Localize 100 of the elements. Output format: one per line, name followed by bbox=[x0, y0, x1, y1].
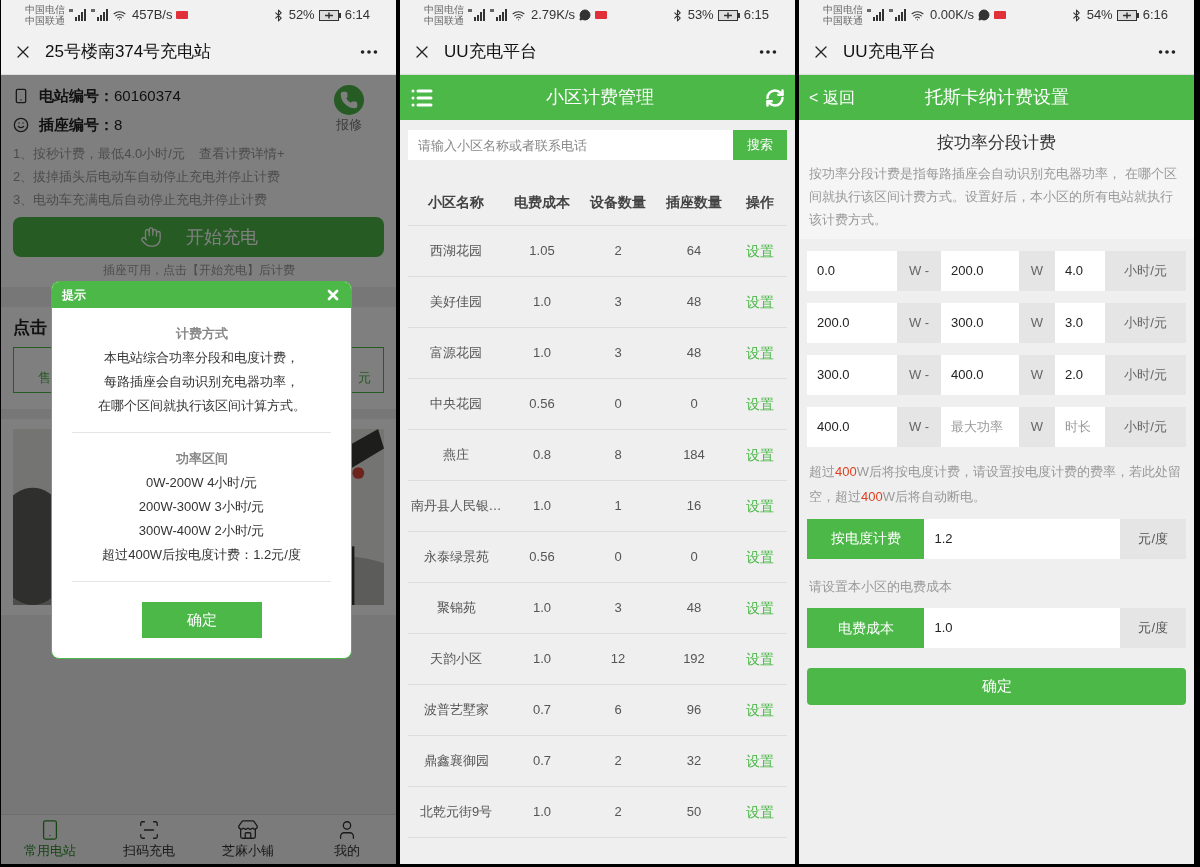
signal-icon bbox=[889, 9, 907, 21]
window-title: 25号楼南374号充电站 bbox=[45, 41, 212, 64]
settings-link[interactable]: 设置 bbox=[745, 648, 774, 670]
station-icon bbox=[13, 88, 29, 105]
section-heading: 计费方式 bbox=[175, 325, 228, 343]
unit-label: W - bbox=[907, 365, 931, 384]
section-heading: 功率区间 bbox=[175, 450, 228, 468]
dialog-text: 本电站综合功率分段和电度计费， bbox=[104, 349, 299, 367]
table-cell-text: 中央花园 bbox=[429, 395, 483, 414]
tab-item[interactable]: 扫码充电 bbox=[99, 815, 199, 864]
refresh-icon[interactable] bbox=[765, 87, 785, 108]
settings-link[interactable]: 设置 bbox=[745, 444, 774, 466]
station-number: 电站编号：60160374 bbox=[39, 86, 181, 106]
unit-label: W bbox=[1029, 261, 1045, 280]
shop-icon bbox=[236, 818, 259, 841]
settings-link[interactable]: 设置 bbox=[745, 291, 774, 313]
network-speed: 2.79K/s bbox=[531, 6, 576, 25]
clock-time: 6:16 bbox=[1142, 6, 1168, 25]
battery-icon bbox=[318, 9, 341, 21]
input-field[interactable]: 1.0 bbox=[924, 608, 1121, 648]
column-header: 操作 bbox=[744, 193, 775, 212]
table-cell-text: 32 bbox=[685, 752, 703, 771]
table-cell-text: 0.7 bbox=[531, 701, 553, 720]
table-cell-text: 3 bbox=[613, 344, 623, 363]
table-cell-text: 0.56 bbox=[528, 395, 556, 414]
input-field[interactable]: 200.0 bbox=[941, 250, 1019, 291]
settings-link[interactable]: 设置 bbox=[745, 393, 774, 415]
input-field[interactable]: 300.0 bbox=[941, 302, 1019, 343]
tab-item[interactable]: 常用电站 bbox=[1, 815, 100, 864]
tab-item[interactable]: 我的 bbox=[297, 815, 396, 864]
table-cell-text: 2 bbox=[613, 242, 623, 261]
unit-label: 小时/元 bbox=[1123, 313, 1168, 332]
warning-text: 超过400W后将按电度计费，请设置按电度计费的费率，若此处留空，超过400W后将自动断电。 bbox=[808, 462, 1182, 506]
dialog-text: 在哪个区间就执行该区间计算方式。 bbox=[97, 397, 306, 415]
signal-icon bbox=[490, 9, 508, 21]
input-field[interactable]: 200.0 bbox=[807, 302, 897, 343]
socket-number: 插座编号：8 bbox=[39, 114, 123, 135]
table-cell-text: 0 bbox=[689, 548, 699, 567]
signal-icon bbox=[468, 9, 486, 21]
battery-percent: 54% bbox=[1086, 6, 1113, 25]
unit-label: W bbox=[1029, 417, 1045, 436]
back-link[interactable]: < 返回 bbox=[809, 85, 889, 110]
settings-link[interactable]: 设置 bbox=[745, 750, 774, 772]
table-cell-text: 富源花园 bbox=[429, 344, 483, 363]
table-cell-text: 0.56 bbox=[528, 548, 556, 567]
search-field[interactable]: 请输入小区名称或者联系电话 bbox=[408, 130, 733, 160]
settings-link[interactable]: 设置 bbox=[745, 597, 774, 619]
input-field[interactable]: 400.0 bbox=[807, 406, 897, 447]
window-title: UU充电平台 bbox=[843, 41, 936, 64]
start-charging-button[interactable]: 开始充电 bbox=[13, 217, 384, 257]
repair-label: 报修 bbox=[336, 116, 362, 134]
input-field[interactable]: 时长 bbox=[1055, 406, 1105, 447]
settings-link[interactable]: 设置 bbox=[745, 801, 774, 823]
clock-time: 6:14 bbox=[344, 6, 370, 25]
hand-icon bbox=[139, 226, 162, 248]
dialog-text: 超过400W后按电度计费：1.2元/度 bbox=[102, 546, 301, 564]
table-cell-text: 48 bbox=[685, 599, 703, 618]
table-cell-text: 50 bbox=[685, 803, 703, 822]
table-cell-text: 南丹县人民银… bbox=[409, 497, 503, 516]
unit-label: W - bbox=[907, 417, 931, 436]
input-field[interactable]: 0.0 bbox=[807, 250, 897, 291]
table-cell-text: 0.7 bbox=[531, 752, 553, 771]
window-title: UU充电平台 bbox=[444, 41, 537, 64]
settings-link[interactable]: 设置 bbox=[745, 546, 774, 568]
description-text: 按功率分段计费是指每路插座会自动识别充电器功率， 在哪个区间就执行该区间计费方式。设置好后，本小区的所有电站就执行该计费方式。 bbox=[809, 164, 1178, 229]
input-field[interactable]: 2.0 bbox=[1055, 354, 1105, 395]
carrier-label: 中国电信 bbox=[823, 4, 863, 15]
table-cell-text: 3 bbox=[613, 293, 623, 312]
search-button[interactable]: 搜索 bbox=[733, 130, 787, 160]
settings-link[interactable]: 设置 bbox=[745, 699, 774, 721]
table-cell-text: 0 bbox=[689, 395, 699, 414]
section-title: 点击 bbox=[13, 317, 47, 339]
page-title: 托斯卡纳计费设置 bbox=[923, 86, 1070, 109]
tab-item[interactable]: 芝麻小铺 bbox=[198, 815, 298, 864]
settings-link[interactable]: 设置 bbox=[745, 240, 774, 262]
input-field[interactable]: 400.0 bbox=[941, 354, 1019, 395]
confirm-button[interactable]: 确定 bbox=[807, 668, 1186, 705]
unit-label: 元/度 bbox=[1120, 608, 1186, 648]
unit-label: W bbox=[1029, 365, 1045, 384]
unit-label: 小时/元 bbox=[1123, 365, 1168, 384]
table-cell-text: 北乾元街9号 bbox=[418, 803, 494, 822]
confirm-button[interactable]: 确定 bbox=[141, 602, 262, 638]
notification-icon bbox=[994, 11, 1007, 19]
carrier-label: 中国电信 bbox=[25, 4, 65, 15]
input-field[interactable]: 3.0 bbox=[1055, 302, 1105, 343]
unit-label: W - bbox=[907, 313, 931, 332]
input-field[interactable]: 300.0 bbox=[807, 354, 897, 395]
signal-icon bbox=[69, 9, 87, 21]
table-cell-text: 0 bbox=[613, 548, 623, 567]
signal-icon bbox=[91, 9, 109, 21]
input-field[interactable]: 最大功率 bbox=[941, 406, 1019, 447]
socket-icon bbox=[13, 116, 29, 133]
settings-link[interactable]: 设置 bbox=[745, 342, 774, 364]
table-cell-text: 天韵小区 bbox=[429, 650, 483, 669]
input-field[interactable]: 1.2 bbox=[924, 518, 1121, 559]
settings-link[interactable]: 设置 bbox=[745, 495, 774, 517]
network-speed: 0.00K/s bbox=[930, 6, 975, 25]
table-cell-text: 美好佳园 bbox=[429, 293, 483, 312]
carrier-label: 中国联通 bbox=[25, 15, 65, 26]
input-field[interactable]: 4.0 bbox=[1055, 250, 1105, 291]
